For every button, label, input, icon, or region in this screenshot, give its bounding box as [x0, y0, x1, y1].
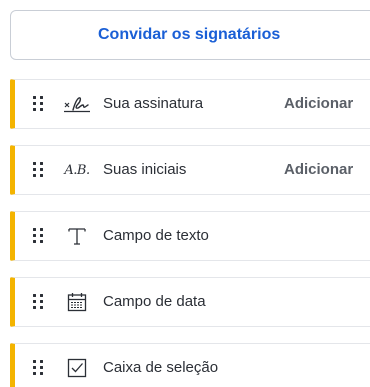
add-signature-button[interactable]: Adicionar: [284, 80, 353, 128]
signature-icon: [62, 92, 92, 116]
initials-icon: A.B.: [62, 158, 92, 182]
drag-handle-icon[interactable]: [33, 96, 45, 112]
field-label: Sua assinatura: [103, 95, 204, 112]
add-initials-button[interactable]: Adicionar: [284, 146, 353, 194]
field-label: Campo de data: [103, 293, 206, 310]
drag-handle-icon[interactable]: [33, 162, 45, 178]
field-label: Suas iniciais: [103, 161, 187, 178]
text-field-icon: [62, 224, 92, 248]
field-label: Campo de texto: [103, 227, 209, 244]
field-label: Caixa de seleção: [103, 359, 219, 376]
drag-handle-icon[interactable]: [33, 228, 45, 244]
drag-handle-icon[interactable]: [33, 360, 45, 376]
field-item-initials[interactable]: A.B. Suas iniciais Adicionar: [10, 145, 370, 195]
invite-signers-label: Convidar os signatários: [98, 26, 281, 43]
checkbox-icon: [62, 356, 92, 380]
field-item-checkbox[interactable]: Caixa de seleção: [10, 343, 370, 387]
initials-icon-text: A.B.: [64, 162, 90, 178]
field-item-text[interactable]: Campo de texto: [10, 211, 370, 261]
fields-panel: Convidar os signatários Sua assinatura A…: [0, 0, 370, 387]
field-item-date[interactable]: Campo de data: [10, 277, 370, 327]
drag-handle-icon[interactable]: [33, 294, 45, 310]
field-item-signature[interactable]: Sua assinatura Adicionar: [10, 79, 370, 129]
invite-signers-button[interactable]: Convidar os signatários: [10, 10, 370, 60]
calendar-icon: [62, 290, 92, 314]
